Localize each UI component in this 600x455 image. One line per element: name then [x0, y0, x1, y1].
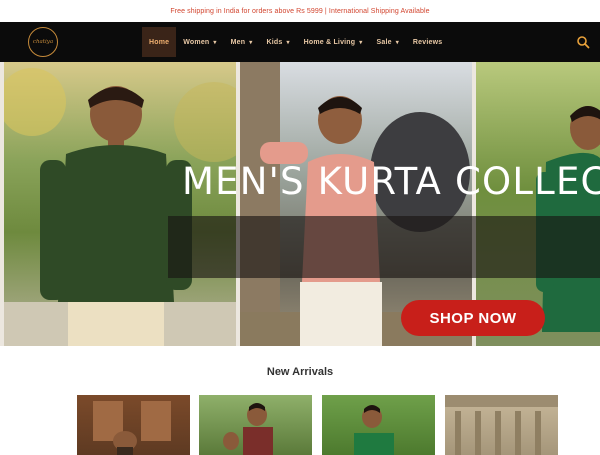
nav-item-men[interactable]: Men ▾: [224, 27, 260, 57]
nav-menu: Home Women ▾ Men ▾ Kids ▾ Home & Living …: [142, 22, 449, 62]
nav-item-home[interactable]: Home: [142, 27, 177, 57]
product-card-image[interactable]: [199, 395, 312, 455]
nav-item-label: Sale: [376, 38, 392, 46]
announcement-text: Free shipping in India for orders above …: [170, 7, 430, 15]
nav-item-label: Reviews: [412, 38, 443, 46]
chevron-down-icon: ▾: [249, 39, 253, 46]
hero-image-model-green-kurta: [4, 62, 236, 346]
new-arrivals-grid: [77, 395, 558, 455]
product-card-image[interactable]: [445, 395, 558, 455]
chevron-down-icon: ▾: [359, 39, 363, 46]
product-card-image[interactable]: [77, 395, 190, 455]
hero-title-band: [168, 216, 600, 278]
shop-now-button[interactable]: SHOP NOW: [401, 300, 545, 336]
chevron-down-icon: ▾: [395, 39, 399, 46]
nav-item-kids[interactable]: Kids ▾: [259, 27, 296, 57]
announcement-bar: Free shipping in India for orders above …: [0, 0, 600, 22]
nav-item-women[interactable]: Women ▾: [176, 27, 223, 57]
product-card-image[interactable]: [322, 395, 435, 455]
nav-item-label: Home & Living: [303, 38, 356, 46]
search-icon[interactable]: [576, 35, 590, 49]
main-navigation: chatiya Home Women ▾ Men ▾ Kids ▾ Home &…: [0, 22, 600, 62]
logo-text: chatiya: [32, 39, 54, 45]
nav-item-label: Men: [230, 38, 246, 46]
nav-item-label: Women: [183, 38, 210, 46]
chevron-down-icon: ▾: [286, 39, 290, 46]
nav-item-label: Home: [149, 38, 170, 46]
new-arrivals-heading: New Arrivals: [266, 366, 334, 378]
nav-item-reviews[interactable]: Reviews: [406, 27, 449, 57]
hero-banner[interactable]: SHOP NOW: [0, 62, 600, 346]
chevron-down-icon: ▾: [213, 39, 217, 46]
nav-item-label: Kids: [266, 38, 283, 46]
nav-item-home-living[interactable]: Home & Living ▾: [297, 27, 370, 57]
hero-title: MEN'S KURTA COLLEC: [182, 160, 600, 203]
brand-logo[interactable]: chatiya: [28, 27, 58, 57]
nav-item-sale[interactable]: Sale ▾: [369, 27, 405, 57]
